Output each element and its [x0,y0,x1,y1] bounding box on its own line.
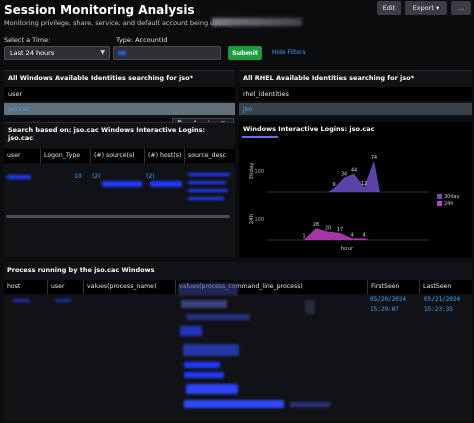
time-range-value: Last 24 hours [10,49,55,57]
windows-logins-chart-panel: Windows Interactive Logins: jso.cac 30da… [239,122,472,257]
process-table-header: host user values(process_name) values(pr… [4,280,472,294]
chevron-down-icon: ▼ [100,49,105,56]
redacted-cmd-g [184,372,224,378]
hide-filters-link[interactable]: Hide Filters [272,49,306,56]
submit-button[interactable]: Submit [228,46,262,60]
windows-identity-row[interactable]: jso.cac [4,103,235,115]
edit-button[interactable]: Edit [377,1,401,15]
interactive-logins-subtitle: jso.cac [8,134,34,142]
rhel-identities-panel: All RHEL Available Identities searching … [239,70,472,118]
data-label-24h-1: 28 [313,222,319,228]
y-tick-24h: 100 [254,217,264,223]
redacted-input-value [118,51,126,55]
last-seen-time: 15:23:35 [424,306,453,313]
col-user[interactable]: user [47,280,83,294]
redacted-desc-3 [188,189,228,192]
rhel-identities-title: All RHEL Available Identities searching … [243,74,415,82]
legend-label-30day: 30day [444,194,460,200]
hosts-count-cell[interactable]: (2) [146,173,155,180]
redacted-cmd-f [184,362,220,368]
more-options-button[interactable]: ... [451,1,471,15]
redacted-cmd-h [186,384,238,394]
export-button[interactable]: Export ▾ [405,1,447,15]
data-label-30day-2: 44 [351,168,357,174]
col-sources[interactable]: (#) source(s) [90,149,144,163]
area-24h [298,228,370,240]
data-label-24h-0: 1 [302,234,305,240]
table-header: user Logon_Type (#) source(s) (#) host(s… [4,149,235,163]
redacted-user [7,175,31,179]
horizontal-scrollbar[interactable] [6,215,230,218]
col-logon-type[interactable]: Logon_Type [40,149,90,163]
rhel-identity-row[interactable]: jso [239,103,472,115]
first-seen-date: 05/20/2024 [370,296,407,303]
data-label-30day-0: 9 [332,182,335,188]
col-process-name[interactable]: values(process_name) [83,280,175,294]
legend-swatch-30day [437,194,442,199]
dashboard-header: Session Monitoring Analysis Monitoring p… [0,0,474,48]
data-label-30day-1: 34 [341,172,347,178]
redacted-cmd-c [186,314,250,320]
col-host[interactable]: host [4,280,47,294]
page-subtitle: Monitoring privilege, share, service, an… [4,19,230,27]
first-seen-time: 15:29:07 [370,306,399,313]
windows-identities-title: All Windows Available Identities searchi… [8,74,194,82]
time-label: Select a Time: [4,36,51,44]
data-label-30day-3: 12 [361,181,367,187]
redacted-cmd-e [183,344,239,356]
redacted-cmd-i [184,400,284,408]
user-column-header[interactable]: user [4,87,235,101]
col-user[interactable]: user [4,149,40,163]
x-axis-label: hour [341,246,354,252]
redacted-text [212,18,302,26]
redacted-cmd-a [178,283,238,295]
col-first-seen[interactable]: FirstSeen [367,280,419,294]
interactive-logins-panel: Search based on: jso.cac Windows Interac… [4,122,235,257]
windows-logins-chart: 30day 10093444127424h 10012820 174 4hour30da… [249,155,460,252]
logon-type-cell[interactable]: 10 [74,173,82,180]
redacted-desc-2 [188,181,226,184]
time-range-select[interactable]: Last 24 hours ▼ [4,46,110,60]
rhel-identities-column-header[interactable]: rhel_identities [239,87,472,101]
redacted-cmd-d [180,326,202,336]
data-label-30day-4: 74 [371,155,377,161]
col-last-seen[interactable]: LastSeen [419,280,472,294]
data-label-24h-3: 17 [337,227,343,233]
page-title: Session Monitoring Analysis [4,3,195,17]
redacted-cmd-k [305,300,315,314]
legend-label-24h: 24h [444,201,454,207]
col-hosts[interactable]: (#) host(s) [144,149,184,163]
redacted-host [12,299,30,302]
redacted-hosts [150,181,182,187]
interactive-logins-title: Search based on: jso.cac Windows Interac… [8,126,206,134]
redacted-desc-4 [188,197,224,200]
process-table-title: Process running by the jso.cac Windows [7,266,155,274]
legend-swatch-24h [437,201,442,206]
col-source-desc[interactable]: source_desc [184,149,235,163]
redacted-cmd-b [181,300,227,308]
redacted-process-user [55,299,71,302]
sources-count-cell[interactable]: (2) [92,173,101,180]
windows-identities-panel: All Windows Available Identities searchi… [4,70,235,118]
redacted-cmd-j [290,402,330,407]
data-label-24h-5: 4 [362,232,365,238]
data-label-24h-4: 4 [350,232,353,238]
y-tick-30day: 100 [254,169,264,175]
redacted-sources [102,181,142,187]
data-label-24h-2: 20 [325,226,331,232]
type-label: Type: AccountId [116,36,168,44]
account-id-input[interactable] [113,46,221,60]
redacted-desc-1 [188,173,230,176]
last-seen-date: 05/21/2024 [424,296,461,303]
area-30day [328,160,380,192]
